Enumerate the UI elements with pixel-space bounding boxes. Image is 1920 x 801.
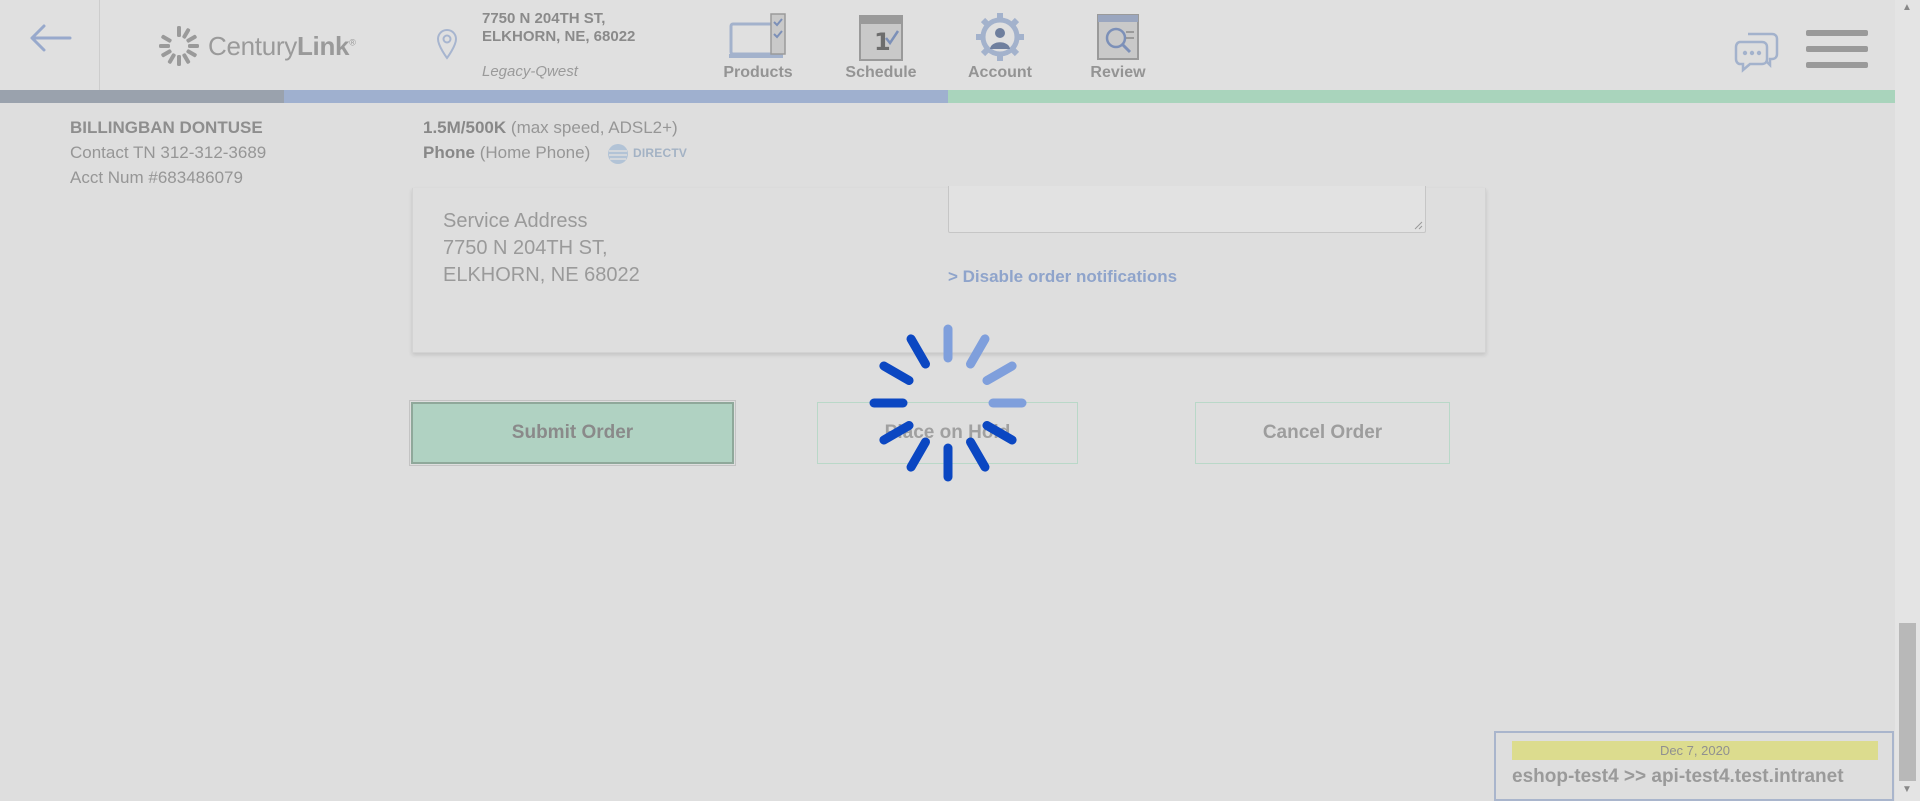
directv-text: DIRECTV	[632, 146, 688, 161]
nav-schedule[interactable]: 1 Schedule	[826, 12, 936, 82]
scroll-down-icon[interactable]: ▼	[1902, 784, 1912, 795]
document-search-icon	[1097, 14, 1139, 60]
service-summary: 1.5M/500K (max speed, ADSL2+) Phone (Hom…	[423, 115, 687, 166]
submit-order-button[interactable]: Submit Order	[409, 400, 736, 466]
progress-segment-3	[948, 90, 1895, 103]
service-address-label: Service Address	[443, 210, 588, 232]
app-header: CenturyLink® 7750 N 204TH ST, ELKHORN, N…	[0, 0, 1895, 90]
header-address: 7750 N 204TH ST, ELKHORN, NE, 68022	[482, 10, 635, 46]
header-address-line2: ELKHORN, NE, 68022	[482, 28, 636, 45]
nav-products-label: Products	[723, 64, 793, 81]
phone-detail: (Home Phone)	[479, 143, 591, 162]
header-address-line1: 7750 N 204TH ST,	[482, 10, 606, 27]
service-address-block: Service Address 7750 N 204TH ST, ELKHORN…	[443, 208, 640, 289]
centurylink-logo[interactable]: CenturyLink®	[158, 24, 356, 68]
customer-info: BILLINGBAN DONTUSE Contact TN 312-312-36…	[70, 115, 266, 190]
back-arrow-icon	[30, 24, 72, 52]
env-host: eshop-test4 >> api-test4.test.intranet	[1512, 766, 1844, 787]
location-pin-icon	[436, 28, 458, 60]
service-address-line2: ELKHORN, NE 68022	[443, 264, 640, 286]
scroll-up-icon[interactable]: ▲	[1902, 2, 1912, 13]
chat-icon[interactable]	[1734, 28, 1780, 74]
tv-checklist-icon	[729, 13, 786, 58]
resize-grip-icon[interactable]	[1413, 220, 1423, 230]
legacy-label: Legacy-Qwest	[482, 63, 578, 80]
phone-line: Phone (Home Phone) DIRECTV	[423, 140, 687, 166]
customer-name: BILLINGBAN DONTUSE	[70, 118, 263, 137]
nav-schedule-label: Schedule	[845, 64, 917, 81]
nav-review[interactable]: Review	[1063, 12, 1173, 82]
speed-value: 1.5M/500K	[423, 118, 507, 137]
service-address-line1: 7750 N 204TH ST,	[443, 237, 608, 259]
nav-review-label: Review	[1090, 64, 1146, 81]
nav-products[interactable]: Products	[703, 12, 813, 82]
nav-account[interactable]: Account	[945, 12, 1055, 82]
calendar-icon: 1	[859, 15, 903, 61]
vertical-scrollbar[interactable]: ▲ ▼	[1895, 0, 1920, 801]
customer-account: Acct Num #683486079	[70, 168, 243, 187]
att-globe-icon	[607, 143, 628, 164]
disable-notifications-link[interactable]: > Disable order notifications	[948, 267, 1177, 287]
progress-segment-1	[0, 90, 284, 103]
logo-text: CenturyLink®	[208, 30, 356, 61]
notes-textarea[interactable]	[948, 186, 1426, 233]
progress-segment-2	[284, 90, 948, 103]
scrollbar-thumb[interactable]	[1899, 623, 1916, 781]
back-button[interactable]	[0, 0, 100, 90]
environment-badge: Dec 7, 2020 eshop-test4 >> api-test4.tes…	[1494, 731, 1894, 801]
env-date: Dec 7, 2020	[1512, 741, 1878, 760]
gear-user-icon	[976, 13, 1024, 61]
nav-account-label: Account	[968, 64, 1032, 81]
customer-contact: Contact TN 312-312-3689	[70, 143, 267, 162]
speed-detail: (max speed, ADSL2+)	[510, 118, 678, 137]
cancel-order-button[interactable]: Cancel Order	[1195, 402, 1450, 464]
loading-spinner-icon	[869, 324, 1027, 482]
speed-line: 1.5M/500K (max speed, ADSL2+)	[423, 115, 687, 140]
phone-value: Phone	[423, 143, 475, 162]
directv-logo: DIRECTV	[607, 141, 687, 166]
hamburger-menu-icon[interactable]	[1806, 28, 1868, 70]
logo-burst-icon	[159, 26, 199, 66]
